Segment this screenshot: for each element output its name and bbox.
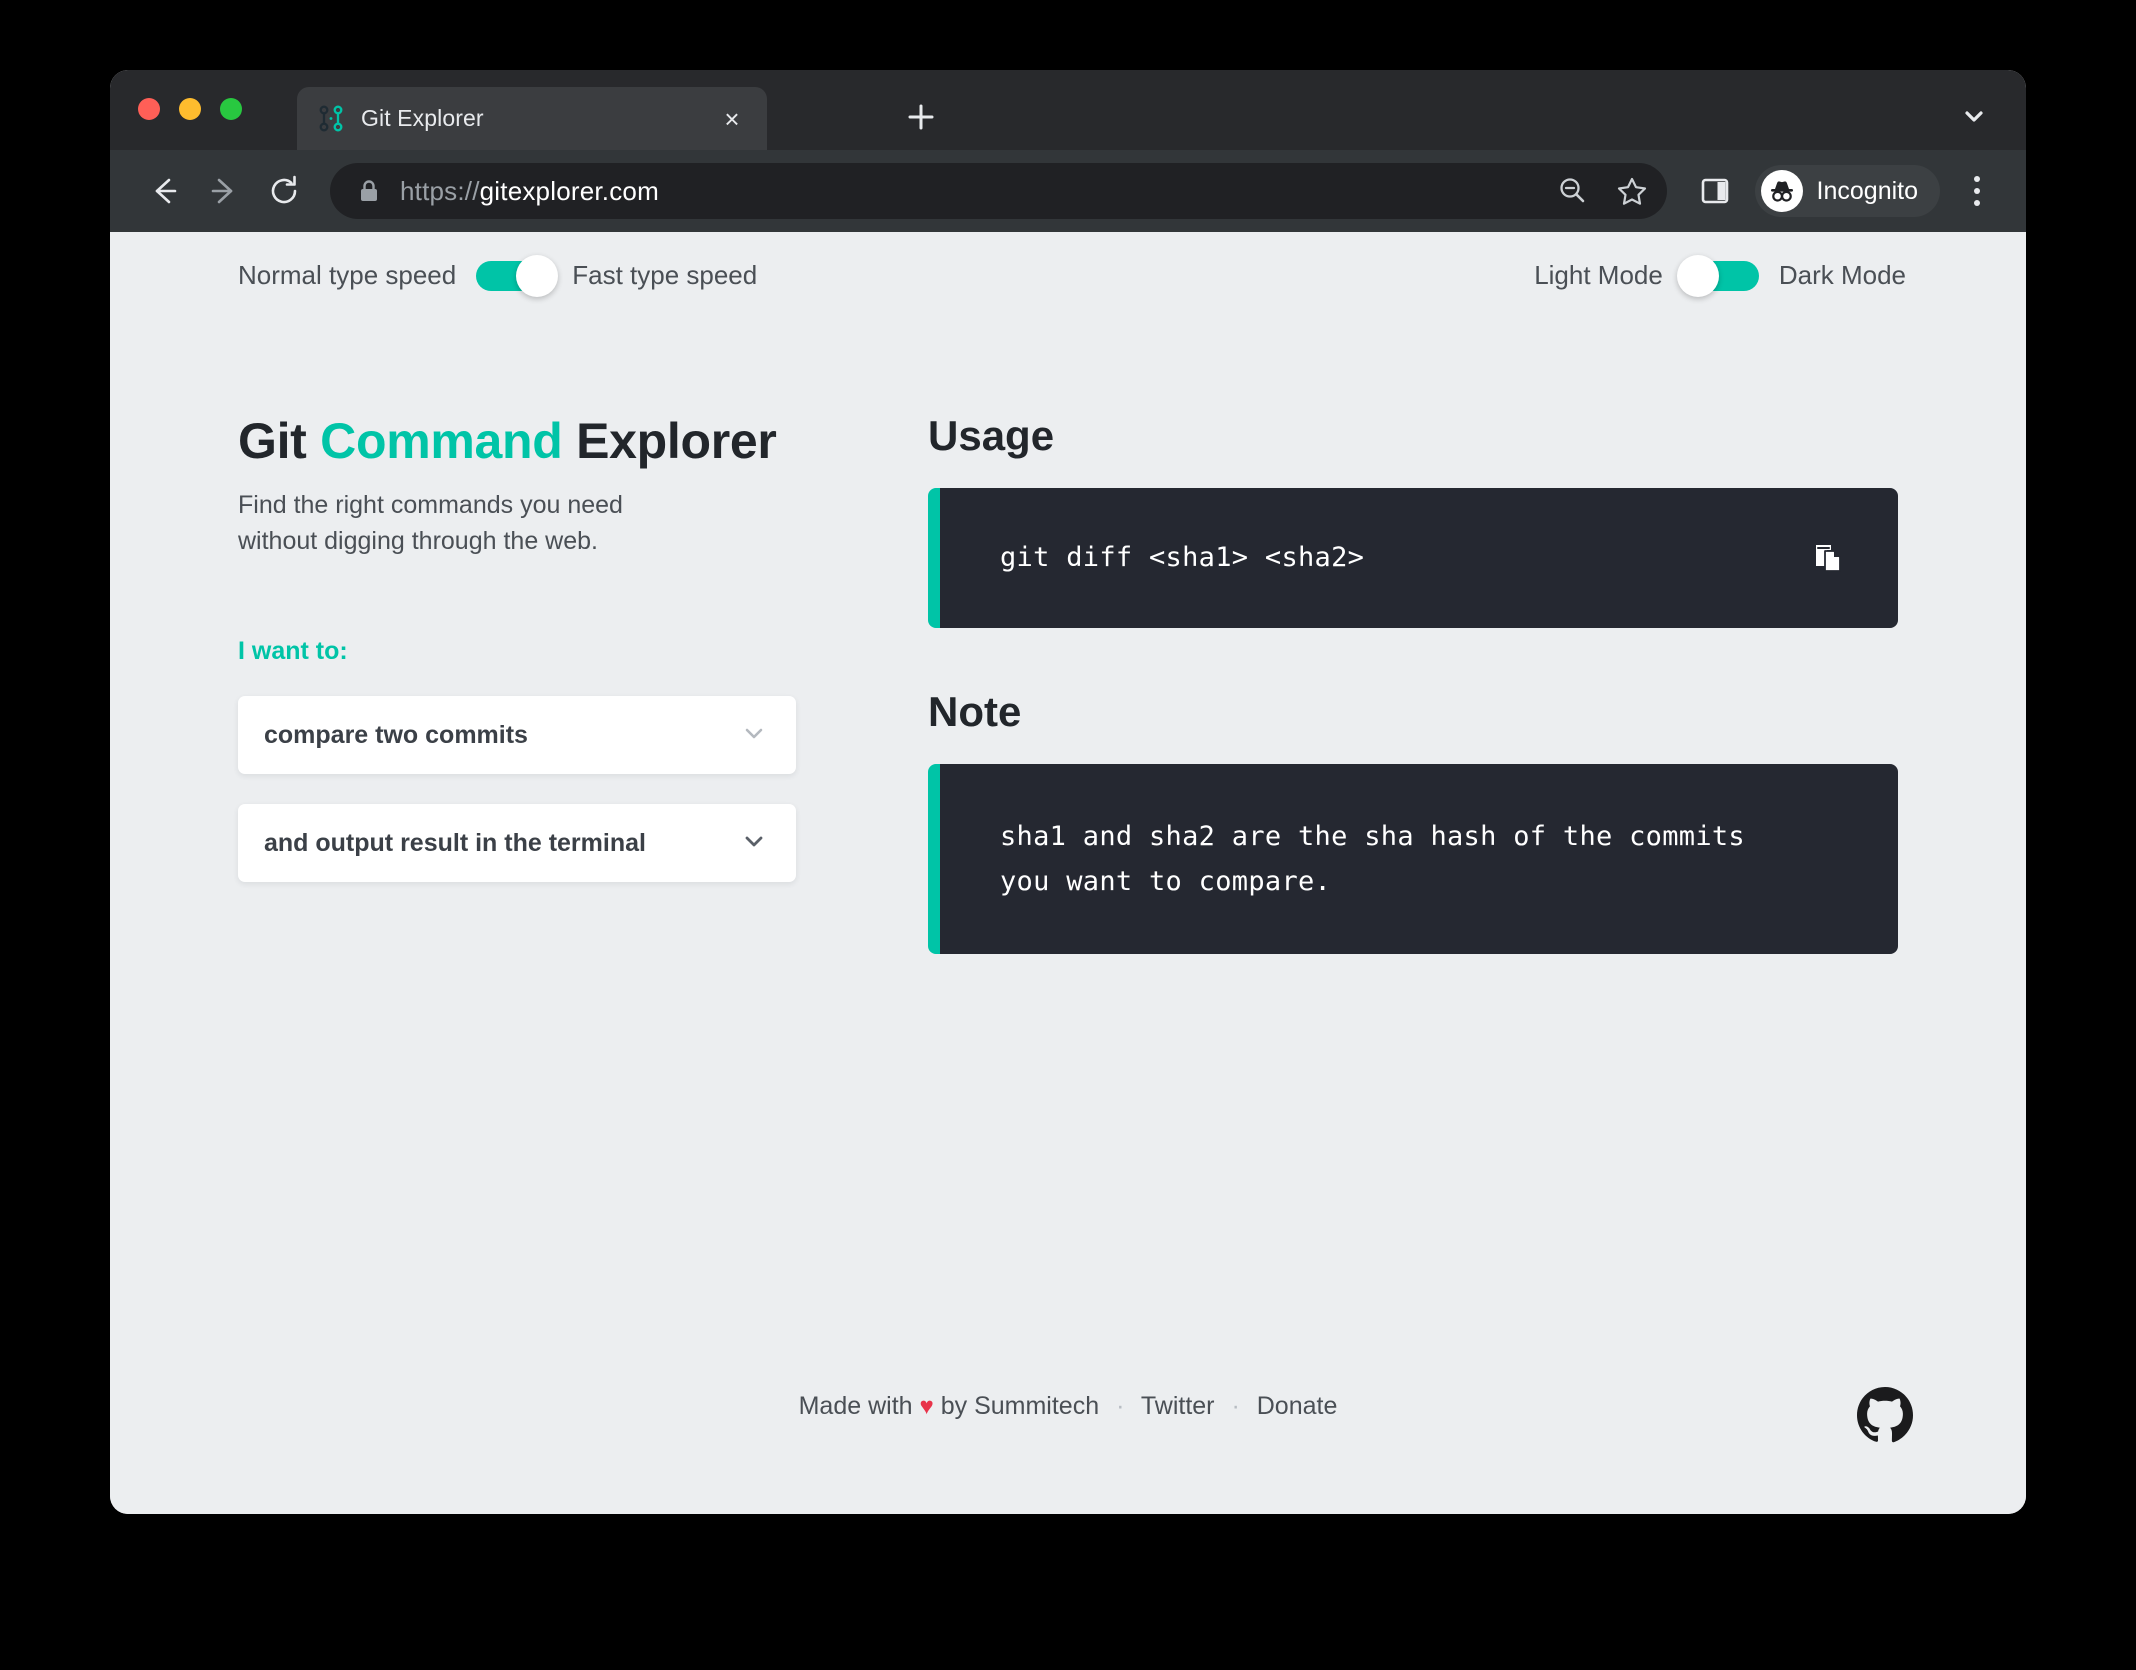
- type-speed-switch[interactable]: [476, 261, 552, 291]
- lock-icon: [358, 178, 380, 204]
- switch-knob: [516, 255, 558, 297]
- new-tab-button[interactable]: [900, 96, 942, 138]
- copy-icon[interactable]: [1808, 538, 1848, 578]
- url-host: gitexplorer.com: [480, 176, 659, 206]
- top-toggle-bar: Normal type speed Fast type speed Light …: [110, 260, 2026, 320]
- browser-tab[interactable]: Git Explorer ×: [297, 87, 767, 150]
- switch-knob: [1677, 255, 1719, 297]
- note-heading: Note: [928, 688, 1898, 736]
- right-column: Usage git diff <sha1> <sha2> Note sh: [918, 412, 1898, 954]
- close-window-button[interactable]: [138, 98, 160, 120]
- left-column: Git Command Explorer Find the right comm…: [238, 412, 918, 954]
- page-title-part2: Explorer: [563, 413, 777, 469]
- kebab-menu-icon[interactable]: [1954, 163, 2000, 219]
- type-speed-left-label: Normal type speed: [238, 260, 456, 291]
- footer-separator-1: ·: [1106, 1392, 1134, 1420]
- select-secondary-value: and output result in the terminal: [264, 829, 646, 858]
- type-speed-right-label: Fast type speed: [572, 260, 757, 291]
- theme-right-label: Dark Mode: [1779, 260, 1906, 291]
- select-primary-value: compare two commits: [264, 721, 528, 750]
- page-content: Normal type speed Fast type speed Light …: [110, 232, 2026, 1514]
- type-speed-toggle-group: Normal type speed Fast type speed: [238, 260, 757, 291]
- page-title-accent: Command: [320, 413, 562, 469]
- note-text: sha1 and sha2 are the sha hash of the co…: [1000, 814, 1808, 905]
- github-icon[interactable]: [1854, 1384, 1916, 1446]
- footer-twitter-link[interactable]: Twitter: [1141, 1392, 1215, 1420]
- page-title-part1: Git: [238, 413, 320, 469]
- usage-command-text: git diff <sha1> <sha2>: [1000, 535, 1364, 580]
- side-panel-icon[interactable]: [1691, 167, 1739, 215]
- tab-strip: Git Explorer ×: [110, 70, 2026, 150]
- theme-left-label: Light Mode: [1534, 260, 1663, 291]
- theme-toggle-group: Light Mode Dark Mode: [1534, 260, 1906, 291]
- zoom-out-icon[interactable]: [1553, 172, 1591, 210]
- minimize-window-button[interactable]: [179, 98, 201, 120]
- reload-icon[interactable]: [256, 163, 312, 219]
- footer-separator-2: ·: [1221, 1392, 1249, 1420]
- usage-code-block: git diff <sha1> <sha2>: [928, 488, 1898, 628]
- git-explorer-favicon: [319, 104, 345, 134]
- main-content: Git Command Explorer Find the right comm…: [110, 412, 2026, 954]
- close-tab-button[interactable]: ×: [717, 104, 747, 134]
- i-want-to-label: I want to:: [238, 637, 918, 666]
- browser-toolbar: https://gitexplorer.com: [110, 150, 2026, 232]
- chevron-down-icon: [740, 827, 768, 860]
- footer-credits: Made with ♥ by Summitech · Twitter · Don…: [110, 1392, 2026, 1421]
- note-block: sha1 and sha2 are the sha hash of the co…: [928, 764, 1898, 954]
- chevron-down-icon: [740, 719, 768, 752]
- footer-made-with: Made with: [799, 1392, 913, 1420]
- page-title: Git Command Explorer: [238, 412, 918, 470]
- maximize-window-button[interactable]: [220, 98, 242, 120]
- url-text: https://gitexplorer.com: [400, 176, 1543, 207]
- window-traffic-lights: [138, 98, 242, 120]
- profile-label: Incognito: [1817, 177, 1918, 206]
- arrow-right-icon[interactable]: [196, 163, 252, 219]
- star-icon[interactable]: [1613, 172, 1651, 210]
- browser-window: Git Explorer ×: [110, 70, 2026, 1514]
- heart-icon: ♥: [920, 1393, 934, 1420]
- theme-switch[interactable]: [1683, 261, 1759, 291]
- usage-heading: Usage: [928, 412, 1898, 460]
- page-subtitle: Find the right commands you need without…: [238, 488, 678, 559]
- select-primary-action[interactable]: compare two commits: [238, 696, 796, 774]
- url-scheme: https://: [400, 176, 480, 206]
- footer-donate-link[interactable]: Donate: [1257, 1392, 1338, 1420]
- profile-incognito-button[interactable]: Incognito: [1755, 165, 1940, 217]
- footer-by: by Summitech: [941, 1392, 1099, 1420]
- incognito-icon: [1761, 170, 1803, 212]
- tab-title: Git Explorer: [361, 105, 717, 132]
- select-secondary-action[interactable]: and output result in the terminal: [238, 804, 796, 882]
- page-footer: Made with ♥ by Summitech · Twitter · Don…: [110, 1392, 2026, 1462]
- address-bar[interactable]: https://gitexplorer.com: [330, 163, 1667, 219]
- arrow-left-icon[interactable]: [136, 163, 192, 219]
- chevron-down-icon[interactable]: [1954, 96, 1994, 136]
